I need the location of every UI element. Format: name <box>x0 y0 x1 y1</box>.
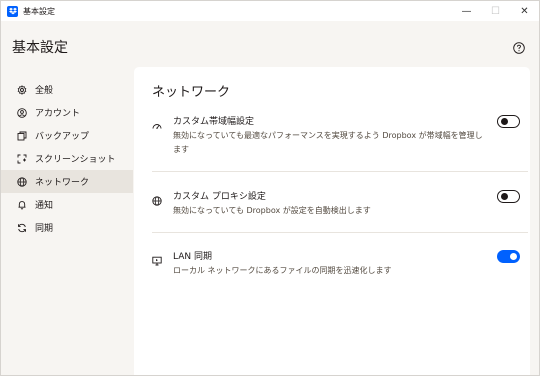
setting-proxy: カスタム プロキシ設定 無効になっていても Dropbox が設定を自動検出しま… <box>152 189 520 219</box>
sidebar-item-label: ネットワーク <box>35 178 90 188</box>
page-title: 基本設定 <box>12 40 68 56</box>
setting-title: カスタム帯域幅設定 <box>173 117 255 127</box>
lan-sync-toggle[interactable] <box>497 250 520 263</box>
setting-title: LAN 同期 <box>173 252 212 262</box>
monitor-icon <box>152 251 162 266</box>
divider <box>152 171 528 172</box>
close-button[interactable]: ✕ <box>510 1 539 21</box>
section-title: ネットワーク <box>152 85 231 100</box>
sidebar-item-label: スクリーンショット <box>35 155 116 165</box>
sidebar-item-label: アカウント <box>35 109 81 119</box>
maximize-button[interactable]: ☐ <box>481 1 510 21</box>
sidebar-item-screenshot[interactable]: スクリーンショット <box>1 147 133 170</box>
sidebar-item-backup[interactable]: バックアップ <box>1 124 133 147</box>
sidebar-item-general[interactable]: 全般 <box>1 78 133 101</box>
sidebar: 全般 アカウント バックアップ スクリーンショット ネットワーク 通知 同期 <box>1 78 133 239</box>
setting-description: 無効になっていても Dropbox が設定を自動検出します <box>173 206 371 215</box>
bandwidth-toggle[interactable] <box>497 115 520 128</box>
globe-icon <box>152 191 162 206</box>
globe-icon <box>17 176 27 187</box>
sidebar-item-label: 通知 <box>35 201 54 211</box>
backup-icon <box>17 131 27 141</box>
setting-description: 無効になっていても最適なパフォーマンスを実現するよう Dropbox が帯域幅を… <box>173 131 483 154</box>
settings-window: 基本設定 — ☐ ✕ 基本設定 全般 アカウント バックアップ スクリーンショッ… <box>0 0 540 376</box>
person-icon <box>17 107 27 118</box>
sidebar-item-label: 全般 <box>35 86 54 96</box>
title-bar[interactable]: 基本設定 — ☐ ✕ <box>1 1 539 21</box>
sidebar-item-account[interactable]: アカウント <box>1 101 133 124</box>
settings-panel: ネットワーク カスタム帯域幅設定 無効になっていても最適なパフォーマンスを実現す… <box>134 67 530 375</box>
setting-bandwidth: カスタム帯域幅設定 無効になっていても最適なパフォーマンスを実現するよう Dro… <box>152 114 520 156</box>
setting-lan-sync: LAN 同期 ローカル ネットワークにあるファイルの同期を迅速化します <box>152 249 520 279</box>
divider <box>152 232 528 233</box>
gear-icon <box>17 84 27 95</box>
screenshot-icon <box>17 154 27 164</box>
minimize-button[interactable]: — <box>452 1 481 21</box>
header: 基本設定 <box>1 21 539 69</box>
dropbox-logo-icon <box>7 5 18 17</box>
sidebar-item-network[interactable]: ネットワーク <box>1 170 133 193</box>
setting-title: カスタム プロキシ設定 <box>173 192 266 202</box>
sidebar-item-sync[interactable]: 同期 <box>1 216 133 239</box>
sidebar-item-label: バックアップ <box>35 132 90 142</box>
help-icon[interactable] <box>513 39 525 54</box>
window-title: 基本設定 <box>23 6 55 16</box>
speedometer-icon <box>152 116 162 129</box>
proxy-toggle[interactable] <box>497 190 520 203</box>
sidebar-item-notifications[interactable]: 通知 <box>1 193 133 216</box>
bell-icon <box>17 200 27 210</box>
sidebar-item-label: 同期 <box>35 224 54 234</box>
sync-icon <box>17 223 27 233</box>
setting-description: ローカル ネットワークにあるファイルの同期を迅速化します <box>173 266 392 275</box>
